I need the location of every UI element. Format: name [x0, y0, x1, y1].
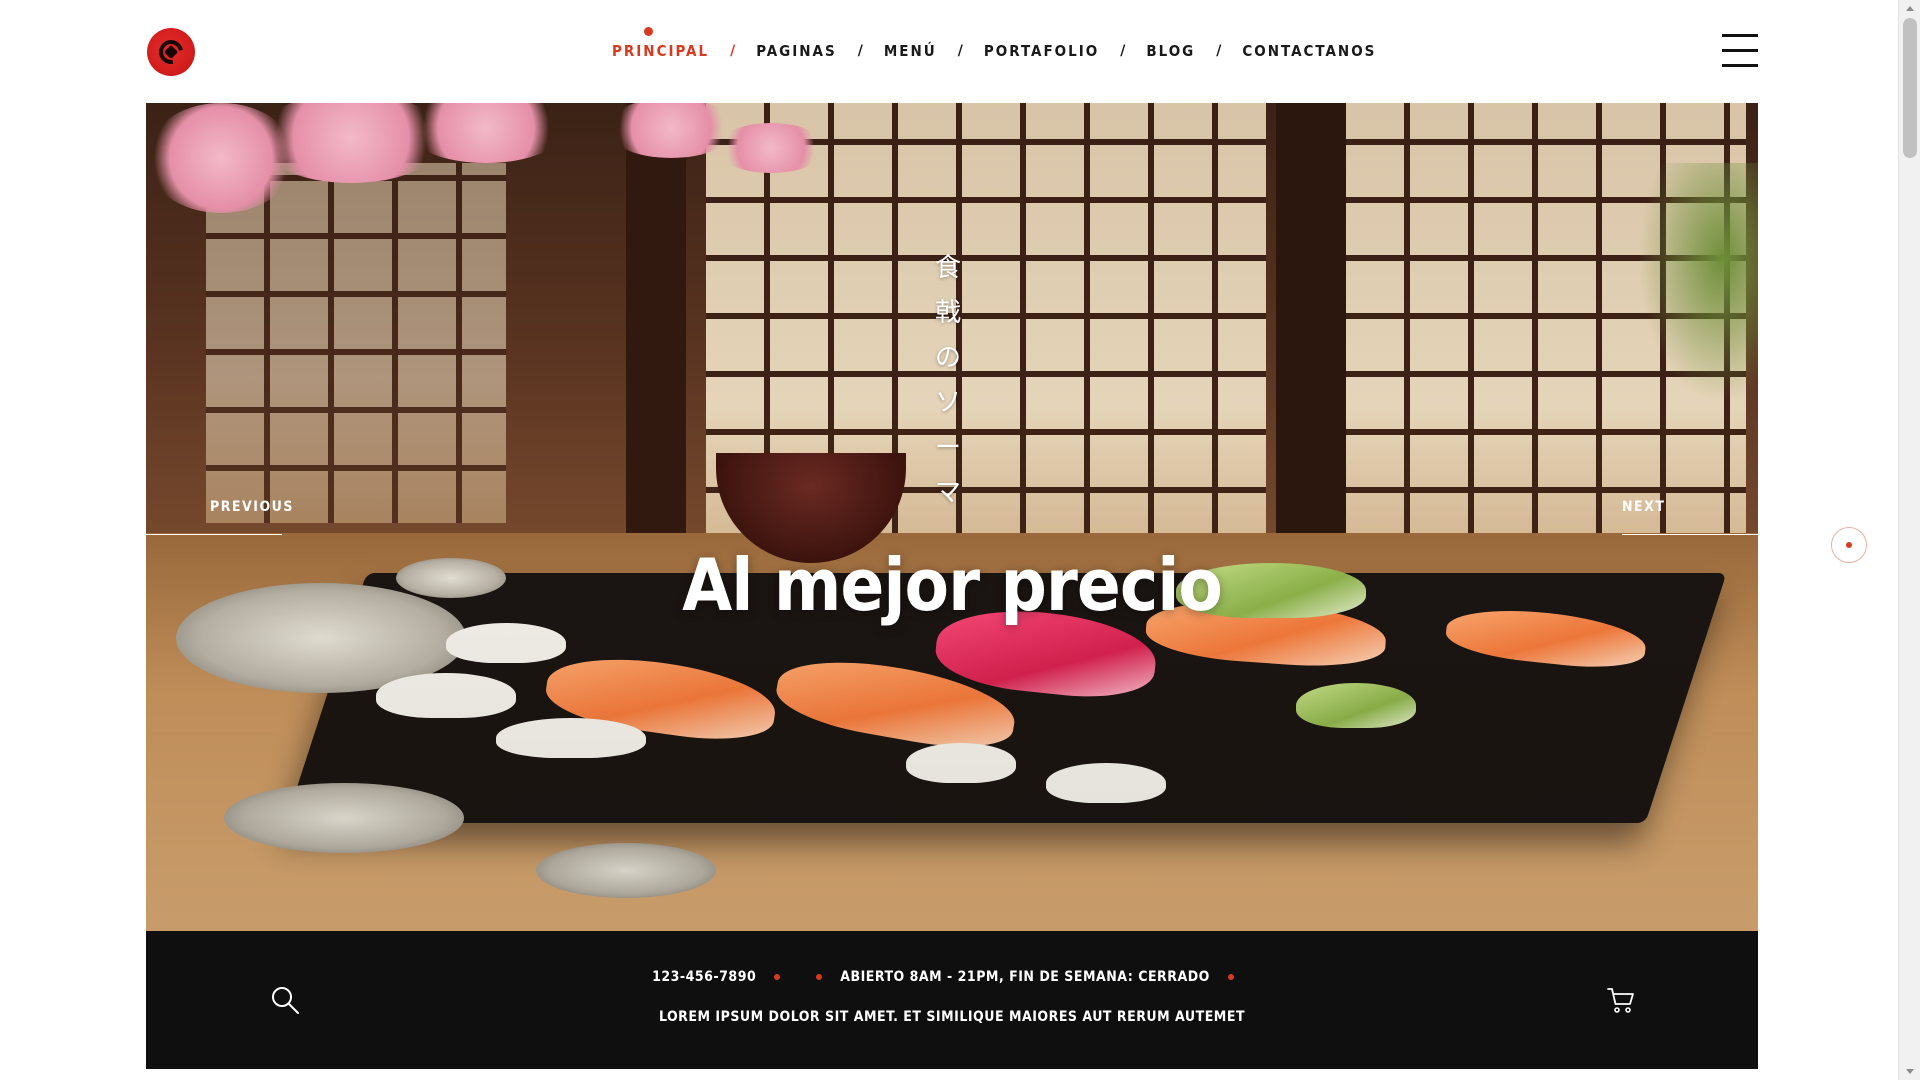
- hero-slider: 食 戟 の ソ ー マ Al mejor precio PREVIOUS NEX…: [146, 103, 1758, 931]
- phone-number[interactable]: 123-456-7890: [652, 969, 756, 985]
- tagline: LOREM IPSUM DOLOR SIT AMET. ET SIMILIQUE…: [658, 1009, 1246, 1025]
- slider-next-button[interactable]: NEXT: [1622, 499, 1758, 535]
- separator-dot: [774, 974, 781, 980]
- vertical-char: の: [934, 343, 961, 373]
- active-nav-dot: [644, 27, 653, 36]
- vertical-japanese-text: 食 戟 の ソ ー マ: [928, 246, 968, 516]
- cart-icon[interactable]: [1606, 985, 1636, 1015]
- nav-separator: /: [1216, 43, 1222, 59]
- vertical-char: ソ: [934, 388, 961, 418]
- nav-separator: /: [1120, 43, 1126, 59]
- previous-label: PREVIOUS: [210, 499, 294, 515]
- nav-item-contactanos[interactable]: CONTACTANOS: [1242, 42, 1376, 60]
- vertical-char: 食: [934, 253, 961, 283]
- nav-item-label: MENÚ: [883, 42, 937, 60]
- nav-item-paginas[interactable]: PAGINAS: [756, 42, 837, 60]
- site-header: PRINCIPAL / PAGINAS / MENÚ / PORTAFOLIO …: [0, 0, 1898, 103]
- contact-line: 123-456-7890 ABIERTO 8AM - 21PM, FIN DE …: [146, 969, 1758, 985]
- main-nav: PRINCIPAL / PAGINAS / MENÚ / PORTAFOLIO …: [612, 27, 1376, 62]
- nav-separator: /: [857, 43, 863, 59]
- separator-dot: [816, 974, 823, 980]
- nav-separator: /: [730, 43, 736, 59]
- nav-item-label: PORTAFOLIO: [983, 42, 1100, 60]
- nav-item-label: PAGINAS: [756, 42, 837, 60]
- burger-line: [1722, 34, 1758, 37]
- hero-overlay: [146, 103, 1758, 931]
- hero-title: Al mejor precio: [682, 543, 1223, 627]
- vertical-char: マ: [934, 478, 961, 508]
- burger-line: [1722, 49, 1758, 52]
- nav-separator: /: [957, 43, 963, 59]
- next-label: NEXT: [1622, 499, 1666, 515]
- scroll-down-icon[interactable]: [1906, 1069, 1914, 1074]
- nav-item-blog[interactable]: BLOG: [1146, 42, 1195, 60]
- burger-line: [1722, 64, 1758, 67]
- nav-item-label: BLOG: [1146, 42, 1196, 60]
- nav-item-portafolio[interactable]: PORTAFOLIO: [984, 42, 1099, 60]
- previous-underline: [146, 534, 282, 535]
- scroll-indicator-button[interactable]: [1831, 527, 1867, 563]
- next-underline: [1622, 534, 1758, 535]
- vertical-char: 戟: [934, 298, 961, 328]
- slider-previous-button[interactable]: PREVIOUS: [146, 499, 292, 535]
- vertical-char: ー: [934, 433, 961, 463]
- scroll-up-icon[interactable]: [1906, 6, 1914, 11]
- nav-item-menu[interactable]: MENÚ: [884, 42, 937, 60]
- brand-logo[interactable]: [147, 28, 195, 76]
- scrollbar-thumb[interactable]: [1903, 18, 1917, 158]
- nav-item-label: CONTACTANOS: [1242, 42, 1377, 60]
- page-scrollbar[interactable]: [1898, 0, 1920, 1080]
- info-bar: 123-456-7890 ABIERTO 8AM - 21PM, FIN DE …: [146, 931, 1758, 1069]
- nav-item-principal[interactable]: PRINCIPAL: [612, 27, 710, 60]
- nav-item-label: PRINCIPAL: [612, 42, 710, 60]
- opening-hours: ABIERTO 8AM - 21PM, FIN DE SEMANA: CERRA…: [840, 969, 1210, 985]
- hamburger-menu-icon[interactable]: [1722, 34, 1758, 68]
- separator-dot: [1227, 974, 1234, 980]
